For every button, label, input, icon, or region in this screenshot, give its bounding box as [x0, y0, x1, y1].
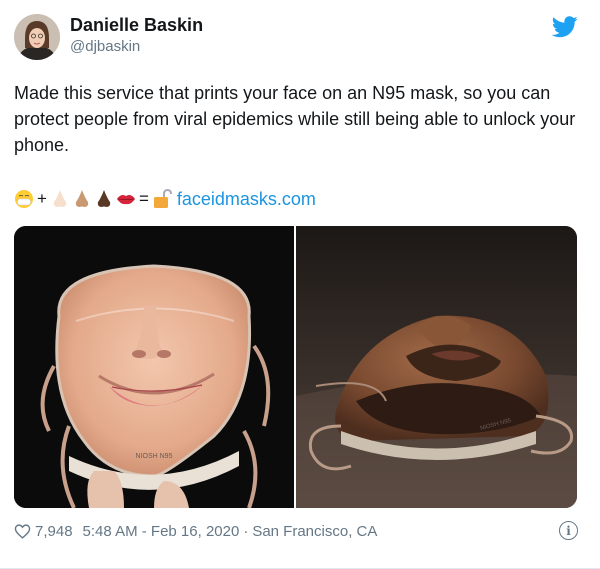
left-mask-niosh-label: NIOSH N95: [136, 453, 173, 460]
tweet-timestamp[interactable]: 5:48 AM - Feb 16, 2020: [83, 523, 240, 540]
light-skin-nose-emoji-icon: [53, 190, 67, 207]
avatar[interactable]: [14, 14, 60, 60]
footer-separator: ·: [243, 522, 249, 540]
tweet-card: Danielle Baskin @djbaskin Made this serv…: [0, 0, 600, 569]
author-name[interactable]: Danielle Baskin: [70, 13, 203, 37]
tweet-media[interactable]: NIOSH N95 NIOSH N95: [14, 226, 577, 508]
info-icon[interactable]: i: [559, 521, 578, 540]
tweet-location[interactable]: San Francisco, CA: [252, 523, 377, 540]
heart-icon[interactable]: [14, 523, 31, 540]
tweet-footer: 7,948 5:48 AM - Feb 16, 2020 · San Franc…: [14, 520, 377, 542]
mask-face-emoji-icon: [15, 190, 33, 208]
plus-sign: +: [37, 189, 47, 208]
like-count[interactable]: 7,948: [35, 523, 73, 540]
twitter-bird-icon[interactable]: [552, 16, 578, 38]
mask-bearded-face-image: NIOSH N95: [296, 226, 577, 508]
equals-sign: =: [138, 189, 149, 208]
emoji-row: + = faceidmasks.com: [14, 184, 316, 214]
tweet-text: Made this service that prints your face …: [14, 83, 576, 155]
mask-smiling-face-image: NIOSH N95: [14, 226, 294, 508]
photo-mask-light-skin[interactable]: NIOSH N95: [14, 226, 294, 508]
author-handle[interactable]: @djbaskin: [70, 37, 140, 57]
medium-skin-nose-emoji-icon: [75, 190, 89, 207]
lips-emoji-icon: [116, 195, 135, 205]
unlocked-padlock-emoji-icon: [153, 188, 172, 208]
faceidmasks-link[interactable]: faceidmasks.com: [177, 189, 316, 210]
photo-mask-dark-skin[interactable]: NIOSH N95: [296, 226, 577, 508]
dark-skin-nose-emoji-icon: [97, 190, 111, 207]
avatar-image: [14, 14, 60, 60]
